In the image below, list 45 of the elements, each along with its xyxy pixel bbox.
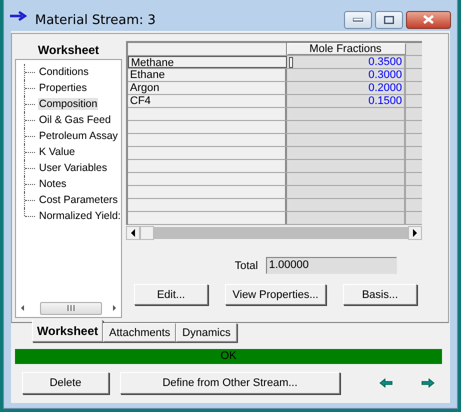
component-name: CF4 <box>128 95 287 107</box>
nav-item[interactable]: Petroleum Assay <box>38 130 119 142</box>
scroll-left-icon[interactable] <box>126 226 140 240</box>
component-name: Argon <box>128 82 287 94</box>
mole-fraction-cell[interactable]: 0.3000 <box>287 69 406 81</box>
basis-button[interactable]: Basis... <box>343 284 417 305</box>
window-title: Material Stream: 3 <box>35 13 156 28</box>
nav-item[interactable]: User Variables <box>38 162 108 174</box>
horizontal-scrollbar[interactable] <box>126 226 422 240</box>
component-name: Methane <box>128 56 287 68</box>
nav-item[interactable]: Conditions <box>38 66 90 78</box>
scroll-thumb[interactable] <box>40 302 102 314</box>
total-label: Total <box>234 260 258 272</box>
define-from-other-stream-button[interactable]: Define from Other Stream... <box>120 372 340 394</box>
component-name: Ethane <box>128 69 287 81</box>
mole-fraction-cell[interactable]: 0.2000 <box>287 82 406 94</box>
nav-item[interactable]: Properties <box>38 82 88 94</box>
arrow-icon <box>10 11 27 21</box>
scroll-thumb[interactable] <box>140 226 154 240</box>
mole-fraction-cell[interactable]: 0.3500 <box>287 56 406 68</box>
delete-button[interactable]: Delete <box>22 372 109 394</box>
nav-item[interactable]: K Value <box>38 146 76 158</box>
edit-button[interactable]: Edit... <box>134 284 208 305</box>
scroll-right-icon[interactable] <box>408 226 422 240</box>
nav-item[interactable]: Composition <box>38 98 98 110</box>
status-bar: OK <box>15 349 442 364</box>
tab[interactable]: Dynamics <box>176 323 237 342</box>
nav-item[interactable]: Normalized Yield: <box>38 210 122 222</box>
tab[interactable]: Attachments <box>103 323 176 342</box>
total-field: 1.00000 <box>266 257 397 274</box>
maximize-button[interactable] <box>375 10 403 28</box>
close-button[interactable] <box>406 10 451 28</box>
maximize-icon <box>384 16 394 24</box>
mole-fraction-cell[interactable]: 0.1500 <box>287 95 406 107</box>
view-properties-button[interactable]: View Properties... <box>225 284 326 305</box>
nav-item[interactable]: Cost Parameters <box>38 194 119 206</box>
tab[interactable]: Worksheet <box>32 320 104 342</box>
column-header: Mole Fractions <box>287 43 406 55</box>
close-icon <box>423 15 434 24</box>
nav-item[interactable]: Notes <box>38 178 68 190</box>
section-header: Worksheet <box>38 42 100 59</box>
minimize-button[interactable] <box>344 10 372 28</box>
grip-icon <box>66 305 76 311</box>
minimize-icon <box>353 18 363 22</box>
nav-item[interactable]: Oil & Gas Feed <box>38 114 112 126</box>
